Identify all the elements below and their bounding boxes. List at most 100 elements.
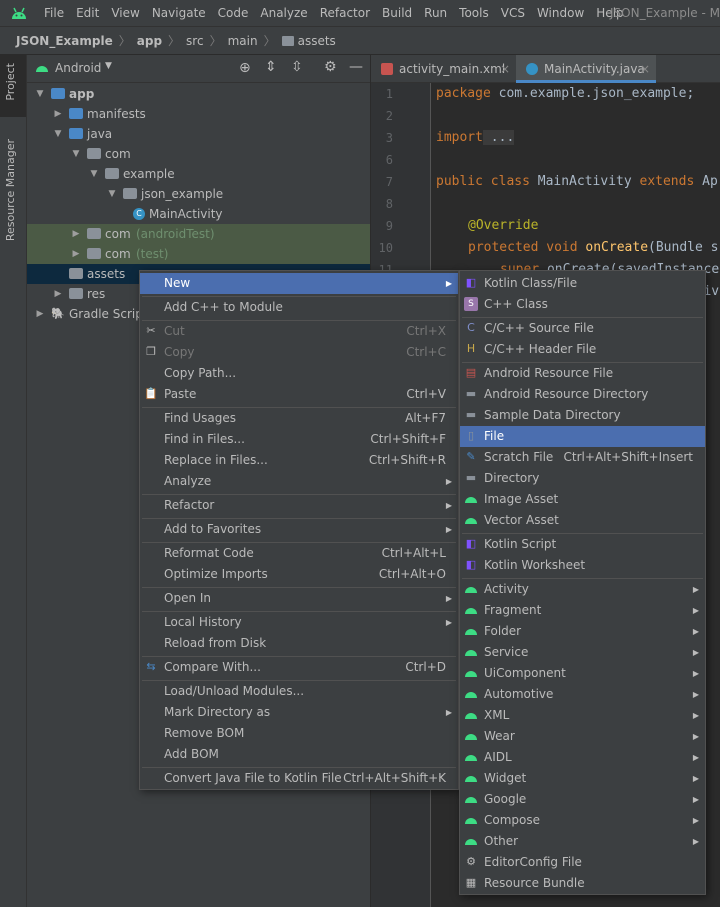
breadcrumb-item[interactable]: app [137, 34, 162, 48]
menu-item-xml[interactable]: XML ▶ [460, 705, 705, 726]
tree-item[interactable]: ▼ com [27, 144, 370, 164]
menu-item-compose[interactable]: Compose ▶ [460, 810, 705, 831]
close-icon[interactable]: × [500, 55, 510, 83]
tree-item[interactable]: C MainActivity [27, 204, 370, 224]
close-icon[interactable]: × [640, 55, 650, 83]
menu-item-activity[interactable]: Activity ▶ [460, 579, 705, 600]
editor-tab[interactable]: activity_main.xml × [371, 55, 516, 83]
expand-arrow-icon[interactable]: ▼ [71, 144, 81, 164]
editor-tab[interactable]: MainActivity.java × [516, 55, 656, 83]
menu-item-reload-from-disk[interactable]: Reload from Disk [140, 633, 458, 654]
menu-item-refactor[interactable]: Refactor ▶ [140, 495, 458, 516]
expand-all-icon[interactable]: ⇕ [265, 59, 277, 75]
menu-item-kotlin-class-file[interactable]: ◧ Kotlin Class/File [460, 273, 705, 294]
gear-icon[interactable]: ⚙ [324, 59, 337, 75]
menu-item-c-c-header-file[interactable]: H C/C++ Header File [460, 339, 705, 360]
collapse-arrow-icon[interactable]: ▶ [35, 304, 45, 324]
menu-item-open-in[interactable]: Open In ▶ [140, 588, 458, 609]
tab-resource-manager[interactable]: Resource Manager [0, 135, 26, 255]
menu-code[interactable]: Code [212, 0, 255, 26]
menu-item-file[interactable]: ▯ File [460, 426, 705, 447]
tree-item[interactable]: ▶ com (test) [27, 244, 370, 264]
collapse-all-icon[interactable]: ⇳ [291, 59, 303, 75]
breadcrumb-item[interactable]: assets [298, 34, 336, 48]
expand-arrow-icon[interactable]: ▼ [89, 164, 99, 184]
menu-item-aidl[interactable]: AIDL ▶ [460, 747, 705, 768]
menu-item-cut[interactable]: ✂ Cut Ctrl+X [140, 321, 458, 342]
collapse-arrow-icon[interactable]: ▶ [71, 244, 81, 264]
menu-item-compare-with[interactable]: ⇆ Compare With... Ctrl+D [140, 657, 458, 678]
menu-item-new[interactable]: New ▶ [140, 273, 458, 294]
menu-item-android-resource-directory[interactable]: ▬ Android Resource Directory [460, 384, 705, 405]
menu-item-c-class[interactable]: S C++ Class [460, 294, 705, 315]
chevron-down-icon[interactable]: ▼ [105, 61, 112, 71]
menu-item-resource-bundle[interactable]: ▦ Resource Bundle [460, 873, 705, 894]
menu-view[interactable]: View [105, 0, 145, 26]
menu-refactor[interactable]: Refactor [314, 0, 376, 26]
minimize-icon[interactable]: — [349, 59, 363, 75]
menu-item-copy-path[interactable]: Copy Path... [140, 363, 458, 384]
menu-item-google[interactable]: Google ▶ [460, 789, 705, 810]
locate-icon[interactable]: ⊕ [239, 60, 251, 76]
tree-item[interactable]: ▼ json_example [27, 184, 370, 204]
view-selector[interactable]: Android [55, 61, 101, 75]
menu-item-local-history[interactable]: Local History ▶ [140, 612, 458, 633]
menu-item-paste[interactable]: 📋 Paste Ctrl+V [140, 384, 458, 405]
menu-item-scratch-file[interactable]: ✎ Scratch File Ctrl+Alt+Shift+Insert [460, 447, 705, 468]
menu-item-vector-asset[interactable]: Vector Asset [460, 510, 705, 531]
menu-item-service[interactable]: Service ▶ [460, 642, 705, 663]
menu-item-fragment[interactable]: Fragment ▶ [460, 600, 705, 621]
menu-item-copy[interactable]: ❐ Copy Ctrl+C [140, 342, 458, 363]
menu-item-load-unload-modules[interactable]: Load/Unload Modules... [140, 681, 458, 702]
menu-item-remove-bom[interactable]: Remove BOM [140, 723, 458, 744]
menu-file[interactable]: File [38, 0, 70, 26]
menu-item-find-in-files[interactable]: Find in Files... Ctrl+Shift+F [140, 429, 458, 450]
menu-item-reformat-code[interactable]: Reformat Code Ctrl+Alt+L [140, 543, 458, 564]
menu-item-widget[interactable]: Widget ▶ [460, 768, 705, 789]
collapse-arrow-icon[interactable]: ▶ [53, 104, 63, 124]
tree-item[interactable]: ▶ manifests [27, 104, 370, 124]
menu-item-editorconfig-file[interactable]: ⚙ EditorConfig File [460, 852, 705, 873]
menu-item-add-c-to-module[interactable]: Add C++ to Module [140, 297, 458, 318]
menu-item-c-c-source-file[interactable]: C C/C++ Source File [460, 318, 705, 339]
menu-item-convert-java-file-to-kotlin-file[interactable]: Convert Java File to Kotlin File Ctrl+Alt… [140, 768, 458, 789]
menu-tools[interactable]: Tools [453, 0, 495, 26]
menu-item-kotlin-worksheet[interactable]: ◧ Kotlin Worksheet [460, 555, 705, 576]
menu-item-add-bom[interactable]: Add BOM [140, 744, 458, 765]
tree-item[interactable]: ▼ example [27, 164, 370, 184]
menu-item-wear[interactable]: Wear ▶ [460, 726, 705, 747]
menu-item-mark-directory-as[interactable]: Mark Directory as ▶ [140, 702, 458, 723]
menu-item-image-asset[interactable]: Image Asset [460, 489, 705, 510]
collapse-arrow-icon[interactable]: ▶ [53, 284, 63, 304]
folded-import[interactable]: ... [482, 130, 515, 145]
menu-item-automotive[interactable]: Automotive ▶ [460, 684, 705, 705]
menu-item-replace-in-files[interactable]: Replace in Files... Ctrl+Shift+R [140, 450, 458, 471]
expand-arrow-icon[interactable]: ▼ [107, 184, 117, 204]
menu-run[interactable]: Run [418, 0, 453, 26]
tree-item[interactable]: ▶ com (androidTest) [27, 224, 370, 244]
menu-item-kotlin-script[interactable]: ◧ Kotlin Script [460, 534, 705, 555]
menu-edit[interactable]: Edit [70, 0, 105, 26]
menu-item-android-resource-file[interactable]: ▤ Android Resource File [460, 363, 705, 384]
breadcrumb-item[interactable]: JSON_Example [16, 34, 113, 48]
menu-window[interactable]: Window [531, 0, 590, 26]
menu-item-folder[interactable]: Folder ▶ [460, 621, 705, 642]
tab-project[interactable]: Project [0, 55, 26, 117]
tree-item[interactable]: ▼ java [27, 124, 370, 144]
menu-analyze[interactable]: Analyze [254, 0, 313, 26]
menu-item-find-usages[interactable]: Find Usages Alt+F7 [140, 408, 458, 429]
tree-item[interactable]: ▼ app [27, 84, 370, 104]
menu-build[interactable]: Build [376, 0, 418, 26]
menu-item-uicomponent[interactable]: UiComponent ▶ [460, 663, 705, 684]
menu-item-add-to-favorites[interactable]: Add to Favorites ▶ [140, 519, 458, 540]
breadcrumb-item[interactable]: main [228, 34, 258, 48]
collapse-arrow-icon[interactable]: ▶ [71, 224, 81, 244]
menu-item-sample-data-directory[interactable]: ▬ Sample Data Directory [460, 405, 705, 426]
menu-item-optimize-imports[interactable]: Optimize Imports Ctrl+Alt+O [140, 564, 458, 585]
menu-item-directory[interactable]: ▬ Directory [460, 468, 705, 489]
menu-navigate[interactable]: Navigate [146, 0, 212, 26]
menu-item-analyze[interactable]: Analyze ▶ [140, 471, 458, 492]
breadcrumb-item[interactable]: src [186, 34, 204, 48]
expand-arrow-icon[interactable]: ▼ [35, 84, 45, 104]
menu-item-other[interactable]: Other ▶ [460, 831, 705, 852]
